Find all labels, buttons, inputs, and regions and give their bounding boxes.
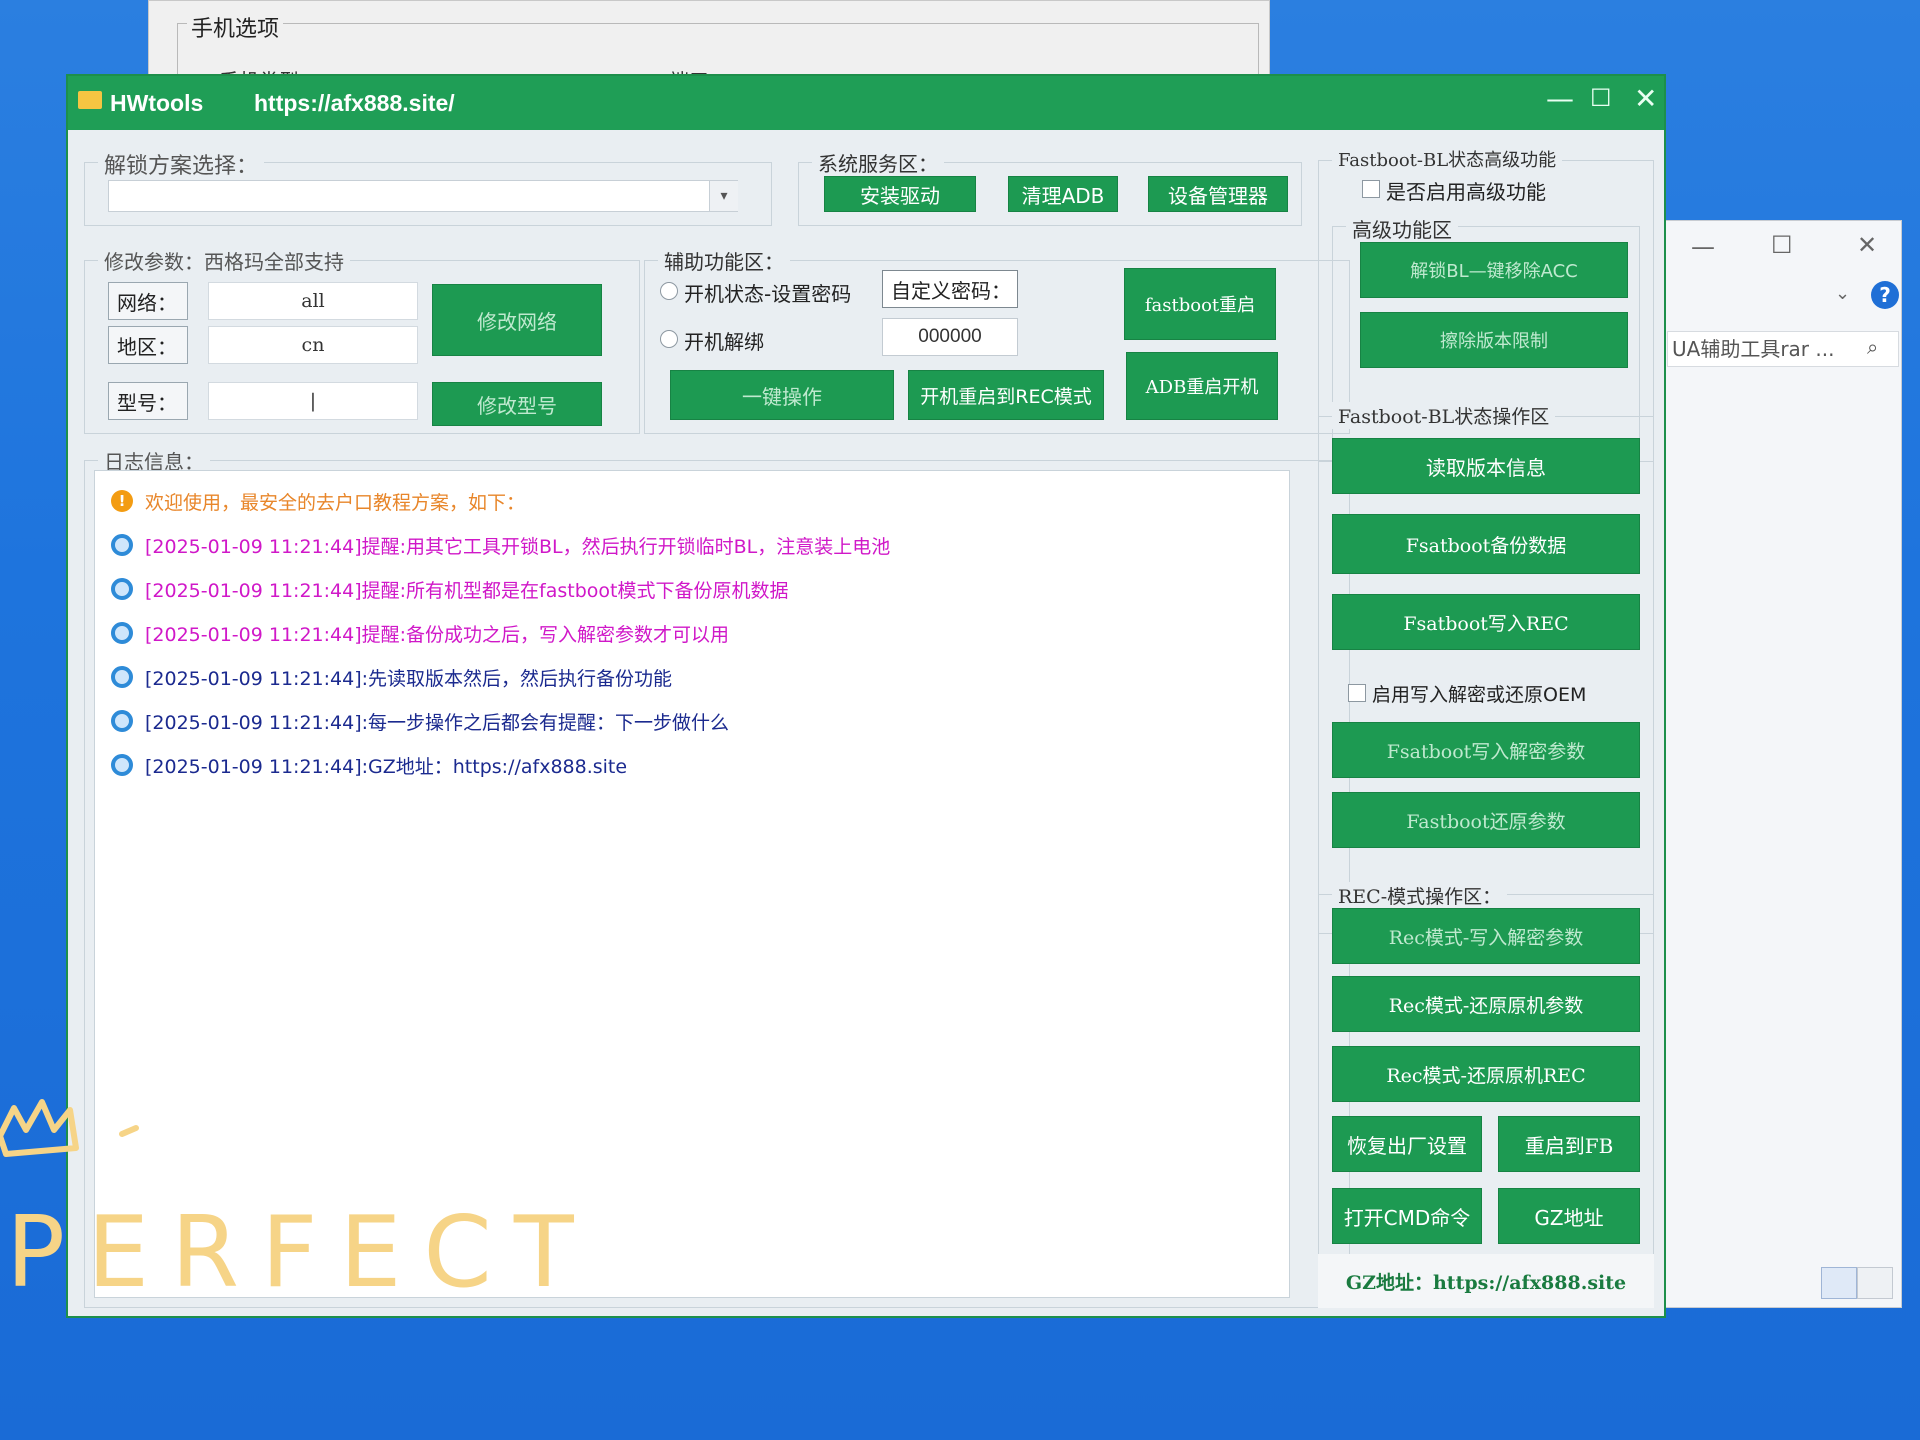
log-line: [2025-01-09 11:21:44]:先读取版本然后，然后执行备份功能: [111, 655, 890, 699]
chevron-down-icon[interactable]: ▾: [709, 181, 738, 211]
network-field[interactable]: all: [208, 282, 418, 320]
rec-restore-rec-button[interactable]: Rec模式-还原原机REC: [1332, 1046, 1640, 1102]
log-text: [2025-01-09 11:21:44]提醒:备份成功之后，写入解密参数才可以…: [145, 623, 730, 646]
set-password-radio-label[interactable]: 开机状态-设置密码: [684, 278, 851, 307]
log-line: [2025-01-09 11:21:44]提醒:用其它工具开锁BL，然后执行开锁…: [111, 523, 890, 567]
log-text: [2025-01-09 11:21:44]:每一步操作之后都会有提醒：下一步做什…: [145, 711, 730, 734]
network-label: 网络：: [108, 282, 188, 320]
fastboot-backup-button[interactable]: Fsatboot备份数据: [1332, 514, 1640, 574]
rec-ops-label: REC-模式操作区：: [1332, 882, 1508, 909]
factory-reset-button[interactable]: 恢复出厂设置: [1332, 1116, 1482, 1172]
one-click-button[interactable]: 一键操作: [670, 370, 894, 420]
close-icon[interactable]: ✕: [1857, 231, 1877, 259]
adb-reboot-button[interactable]: ADB重启开机: [1126, 352, 1278, 420]
set-password-radio[interactable]: [660, 282, 678, 300]
modify-model-button[interactable]: 修改型号: [432, 382, 602, 426]
info-icon: [111, 710, 133, 732]
modify-network-button[interactable]: 修改网络: [432, 284, 602, 356]
region-field[interactable]: cn: [208, 326, 418, 364]
enable-advanced-checkbox[interactable]: [1362, 180, 1380, 198]
info-icon: [111, 534, 133, 556]
phone-options-label: 手机选项: [187, 11, 284, 43]
minimize-icon[interactable]: —: [1691, 233, 1715, 261]
open-cmd-button[interactable]: 打开CMD命令: [1332, 1188, 1482, 1244]
log-text: [2025-01-09 11:21:44]:先读取版本然后，然后执行备份功能: [145, 667, 673, 690]
install-driver-button[interactable]: 安装驱动: [824, 176, 976, 212]
model-field[interactable]: |: [208, 382, 418, 420]
rec-write-decrypt-button[interactable]: Rec模式-写入解密参数: [1332, 908, 1640, 964]
enable-advanced-label[interactable]: 是否启用高级功能: [1386, 176, 1546, 205]
large-icons-view-icon[interactable]: [1857, 1267, 1893, 1299]
search-text: UA辅助工具rar ...: [1672, 337, 1835, 361]
advanced-sub-label: 高级功能区: [1346, 214, 1458, 243]
enable-write-checkbox[interactable]: [1348, 684, 1366, 702]
region-label: 地区：: [108, 326, 188, 364]
overlay-text: PERFECT: [6, 1196, 596, 1310]
log-text: [2025-01-09 11:21:44]提醒:用其它工具开锁BL，然后执行开锁…: [145, 535, 891, 558]
system-service-label: 系统服务区：: [812, 148, 944, 177]
log-line: [2025-01-09 11:21:44]:GZ地址：https://afx88…: [111, 743, 890, 787]
search-box[interactable]: UA辅助工具rar ...: [1667, 331, 1899, 367]
unlock-scheme-label: 解锁方案选择：: [98, 148, 265, 180]
modify-params-label: 修改参数：西格玛全部支持: [98, 246, 350, 275]
chevron-down-icon[interactable]: ⌄: [1835, 283, 1850, 304]
search-icon[interactable]: ⌕: [1867, 335, 1878, 359]
folder-icon: [78, 91, 102, 109]
model-label: 型号：: [108, 382, 188, 420]
erase-version-limit-button[interactable]: 擦除版本限制: [1360, 312, 1628, 368]
unbind-radio-label[interactable]: 开机解绑: [684, 326, 764, 355]
fastboot-ops-label: Fastboot-BL状态操作区: [1332, 402, 1556, 429]
footer-gz-address[interactable]: GZ地址：https://afx888.site: [1318, 1254, 1654, 1308]
read-version-button[interactable]: 读取版本信息: [1332, 438, 1640, 494]
log-area[interactable]: ! 欢迎使用，最安全的去户口教程方案，如下： [2025-01-09 11:21:4…: [94, 470, 1290, 1298]
hwtools-window: HWtools https://afx888.site/ — ☐ ✕ 解锁方案选…: [66, 74, 1666, 1318]
app-title: HWtools: [110, 90, 204, 116]
log-line: [2025-01-09 11:21:44]提醒:备份成功之后，写入解密参数才可以…: [111, 611, 890, 655]
unbind-radio[interactable]: [660, 330, 678, 348]
title-bar[interactable]: HWtools https://afx888.site/ — ☐ ✕: [68, 76, 1664, 130]
rec-restore-params-button[interactable]: Rec模式-还原原机参数: [1332, 976, 1640, 1032]
enable-write-label[interactable]: 启用写入解密或还原OEM: [1372, 680, 1586, 707]
close-icon[interactable]: ✕: [1634, 82, 1657, 115]
warning-icon: !: [111, 490, 133, 512]
fastboot-restore-params-button[interactable]: Fastboot还原参数: [1332, 792, 1640, 848]
fastboot-advanced-label: Fastboot-BL状态高级功能: [1332, 146, 1563, 172]
unlock-scheme-select[interactable]: ▾: [108, 180, 738, 212]
reboot-fb-button[interactable]: 重启到FB: [1498, 1116, 1640, 1172]
custom-password-label: 自定义密码：: [882, 270, 1018, 308]
details-view-icon[interactable]: [1821, 1267, 1857, 1299]
info-icon: [111, 578, 133, 600]
help-icon[interactable]: ?: [1871, 281, 1899, 309]
aux-function-label: 辅助功能区：: [658, 246, 790, 275]
info-icon: [111, 666, 133, 688]
minimize-icon[interactable]: —: [1546, 82, 1574, 115]
log-text: [2025-01-09 11:21:44]提醒:所有机型都是在fastboot模…: [145, 579, 789, 602]
crown-doodle-icon: [0, 1090, 140, 1170]
clean-adb-button[interactable]: 清理ADB: [1008, 176, 1118, 212]
log-list: ! 欢迎使用，最安全的去户口教程方案，如下： [2025-01-09 11:21:4…: [111, 479, 890, 787]
unlock-bl-remove-acc-button[interactable]: 解锁BL—键移除ACC: [1360, 242, 1628, 298]
fastboot-write-rec-button[interactable]: Fsatboot写入REC: [1332, 594, 1640, 650]
log-text: [2025-01-09 11:21:44]:GZ地址：https://afx88…: [145, 755, 628, 778]
password-field[interactable]: 000000: [882, 318, 1018, 356]
info-icon: [111, 622, 133, 644]
maximize-icon[interactable]: ☐: [1771, 231, 1793, 259]
reboot-rec-button[interactable]: 开机重启到REC模式: [908, 370, 1104, 420]
gz-address-button[interactable]: GZ地址: [1498, 1188, 1640, 1244]
log-line: [2025-01-09 11:21:44]提醒:所有机型都是在fastboot模…: [111, 567, 890, 611]
fastboot-reboot-button[interactable]: fastboot重启: [1124, 268, 1276, 340]
app-url: https://afx888.site/: [254, 90, 455, 116]
info-icon: [111, 754, 133, 776]
log-text: 欢迎使用，最安全的去户口教程方案，如下：: [145, 491, 526, 514]
fastboot-write-decrypt-button[interactable]: Fsatboot写入解密参数: [1332, 722, 1640, 778]
log-line: [2025-01-09 11:21:44]:每一步操作之后都会有提醒：下一步做什…: [111, 699, 890, 743]
maximize-icon[interactable]: ☐: [1590, 84, 1612, 112]
log-line: ! 欢迎使用，最安全的去户口教程方案，如下：: [111, 479, 890, 523]
device-manager-button[interactable]: 设备管理器: [1148, 176, 1288, 212]
explorer-window: — ☐ ✕ ⌄ ? UA辅助工具rar ... ⌕: [1660, 220, 1902, 1308]
